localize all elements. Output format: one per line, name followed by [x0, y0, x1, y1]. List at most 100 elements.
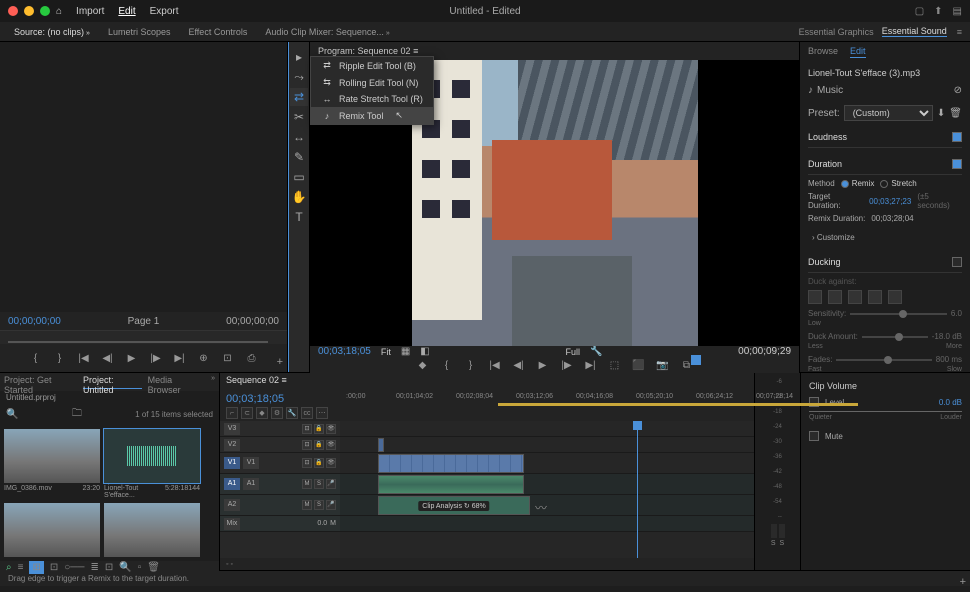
- mark-out-icon[interactable]: }: [463, 357, 479, 373]
- pen-tool-icon[interactable]: ✎: [290, 148, 308, 166]
- add-button-icon[interactable]: +: [277, 356, 283, 368]
- work-area-bar[interactable]: [498, 403, 858, 406]
- mark-in-icon[interactable]: {: [28, 350, 44, 366]
- ripple-edit-tool-icon[interactable]: ⇄: [290, 88, 308, 106]
- overwrite-icon[interactable]: ⊡: [220, 350, 236, 366]
- more-icon[interactable]: ⋯: [316, 407, 328, 419]
- bin-item[interactable]: IMG_0386.mov23:20: [4, 429, 100, 499]
- tab-project-untitled[interactable]: Project: Untitled: [83, 375, 142, 389]
- mark-out-icon[interactable]: }: [52, 350, 68, 366]
- extract-icon[interactable]: ⬛: [631, 357, 647, 373]
- es-tab-edit[interactable]: Edit: [850, 46, 866, 58]
- linked-sel-icon[interactable]: ⊂: [241, 407, 253, 419]
- selection-tool-icon[interactable]: ▸: [290, 48, 308, 66]
- go-out-icon[interactable]: ▶|: [172, 350, 188, 366]
- es-clip-type[interactable]: ♪ Music ⊘: [808, 82, 962, 99]
- flyout-ripple-edit[interactable]: ⇄Ripple Edit Tool (B): [311, 57, 433, 74]
- new-bin-icon[interactable]: 🗀: [72, 406, 82, 423]
- export-frame-icon[interactable]: ⎙: [244, 350, 260, 366]
- home-icon[interactable]: ⌂: [56, 6, 62, 17]
- clear-type-icon[interactable]: ⊘: [954, 85, 962, 96]
- preset-select[interactable]: (Custom): [844, 105, 933, 121]
- lift-icon[interactable]: ⬚: [607, 357, 623, 373]
- clip-v1[interactable]: [378, 454, 524, 473]
- loudness-toggle[interactable]: [952, 132, 962, 142]
- radio-stretch[interactable]: Stretch: [880, 179, 916, 188]
- mark-in-icon[interactable]: {: [439, 357, 455, 373]
- workspace-icon[interactable]: ▤: [953, 6, 962, 17]
- duck-amount-slider[interactable]: [862, 336, 928, 338]
- track-head-v1[interactable]: V1V1⊡🔒👁: [220, 453, 340, 474]
- tab-essential-sound[interactable]: Essential Sound: [882, 26, 947, 37]
- clip-music[interactable]: Clip Analysis ↻ 68% 〰: [378, 496, 530, 515]
- level-slider[interactable]: [809, 411, 962, 412]
- play-icon[interactable]: ▶: [535, 357, 551, 373]
- menu-export[interactable]: Export: [150, 6, 179, 17]
- sort-icon[interactable]: ≣: [90, 562, 98, 573]
- timeline-tab-sequence[interactable]: Sequence 02 ≡: [226, 375, 287, 389]
- flyout-rolling-edit[interactable]: ⇆Rolling Edit Tool (N): [311, 74, 433, 91]
- play-icon[interactable]: ▶: [124, 350, 140, 366]
- bin-item[interactable]: [104, 503, 200, 557]
- track-mix[interactable]: [340, 516, 754, 532]
- tab-source[interactable]: Source: (no clips)»: [6, 24, 98, 40]
- add-button-icon[interactable]: +: [960, 576, 966, 588]
- settings-icon[interactable]: 🔧: [590, 346, 602, 357]
- quality-full[interactable]: Full: [565, 347, 580, 357]
- auto-clip-icon[interactable]: ⊡: [105, 562, 113, 573]
- track-head-mix[interactable]: Mix0.0M: [220, 516, 340, 532]
- target-duration-value[interactable]: 00;03;27;23: [869, 197, 911, 206]
- preset-save-icon[interactable]: ⬇: [937, 108, 945, 119]
- find-icon[interactable]: 🔍: [119, 562, 131, 573]
- assembly-icon[interactable]: ⌕: [6, 562, 12, 573]
- duck-music-icon[interactable]: [828, 290, 842, 304]
- track-head-v2[interactable]: V2⊡🔒👁: [220, 437, 340, 453]
- es-tab-browse[interactable]: Browse: [808, 46, 838, 58]
- track-a2[interactable]: Clip Analysis ↻ 68% 〰: [340, 495, 754, 516]
- track-v2[interactable]: [340, 437, 754, 453]
- section-loudness[interactable]: Loudness: [808, 127, 962, 148]
- trash-icon[interactable]: 🗑: [147, 562, 160, 573]
- add-marker-icon[interactable]: ◆: [415, 357, 431, 373]
- safe-margin-icon[interactable]: ▦: [401, 346, 410, 357]
- share-icon[interactable]: ⬆: [934, 6, 942, 17]
- step-back-icon[interactable]: ◀|: [100, 350, 116, 366]
- customize-row[interactable]: › Customize: [808, 229, 962, 246]
- track-head-a1[interactable]: A1A1MS🎤: [220, 474, 340, 495]
- source-page[interactable]: Page 1: [128, 316, 160, 327]
- duck-sfx-icon[interactable]: [848, 290, 862, 304]
- new-item-icon[interactable]: ▫: [138, 562, 142, 573]
- track-v3[interactable]: [340, 421, 754, 437]
- settings-icon[interactable]: ⚙: [271, 407, 283, 419]
- bin-item[interactable]: [4, 503, 100, 557]
- radio-remix[interactable]: Remix: [841, 179, 875, 188]
- export-frame-icon[interactable]: 📷: [655, 357, 671, 373]
- timeline-playhead[interactable]: [637, 421, 638, 558]
- snap-icon[interactable]: ⌐: [226, 407, 238, 419]
- section-ducking[interactable]: Ducking: [808, 252, 962, 273]
- track-a1[interactable]: [340, 474, 754, 495]
- vr-icon[interactable]: ◧: [420, 346, 429, 357]
- sensitivity-slider[interactable]: [850, 313, 947, 315]
- rectangle-tool-icon[interactable]: ▭: [290, 168, 308, 186]
- zoom-slider[interactable]: ○──: [64, 562, 84, 573]
- level-value[interactable]: 0.0 dB: [939, 398, 962, 407]
- step-back-icon[interactable]: ◀|: [511, 357, 527, 373]
- zoom-fit[interactable]: Fit: [381, 347, 391, 357]
- razor-tool-icon[interactable]: ✂: [290, 108, 308, 126]
- go-in-icon[interactable]: |◀: [76, 350, 92, 366]
- go-in-icon[interactable]: |◀: [487, 357, 503, 373]
- tracks-area[interactable]: Clip Analysis ↻ 68% 〰: [340, 421, 754, 558]
- go-out-icon[interactable]: ▶|: [583, 357, 599, 373]
- step-fwd-icon[interactable]: |▶: [559, 357, 575, 373]
- slip-tool-icon[interactable]: ↔: [290, 128, 308, 146]
- menu-import[interactable]: Import: [76, 6, 104, 17]
- ducking-toggle[interactable]: [952, 257, 962, 267]
- duration-toggle[interactable]: [952, 159, 962, 169]
- clip-a1[interactable]: [378, 475, 524, 494]
- tab-get-started[interactable]: Project: Get Started: [4, 375, 77, 389]
- list-view-icon[interactable]: ≡: [18, 562, 24, 573]
- menu-edit[interactable]: Edit: [118, 6, 135, 17]
- maximize-window[interactable]: [40, 6, 50, 16]
- tab-media-browser[interactable]: Media Browser: [148, 375, 203, 389]
